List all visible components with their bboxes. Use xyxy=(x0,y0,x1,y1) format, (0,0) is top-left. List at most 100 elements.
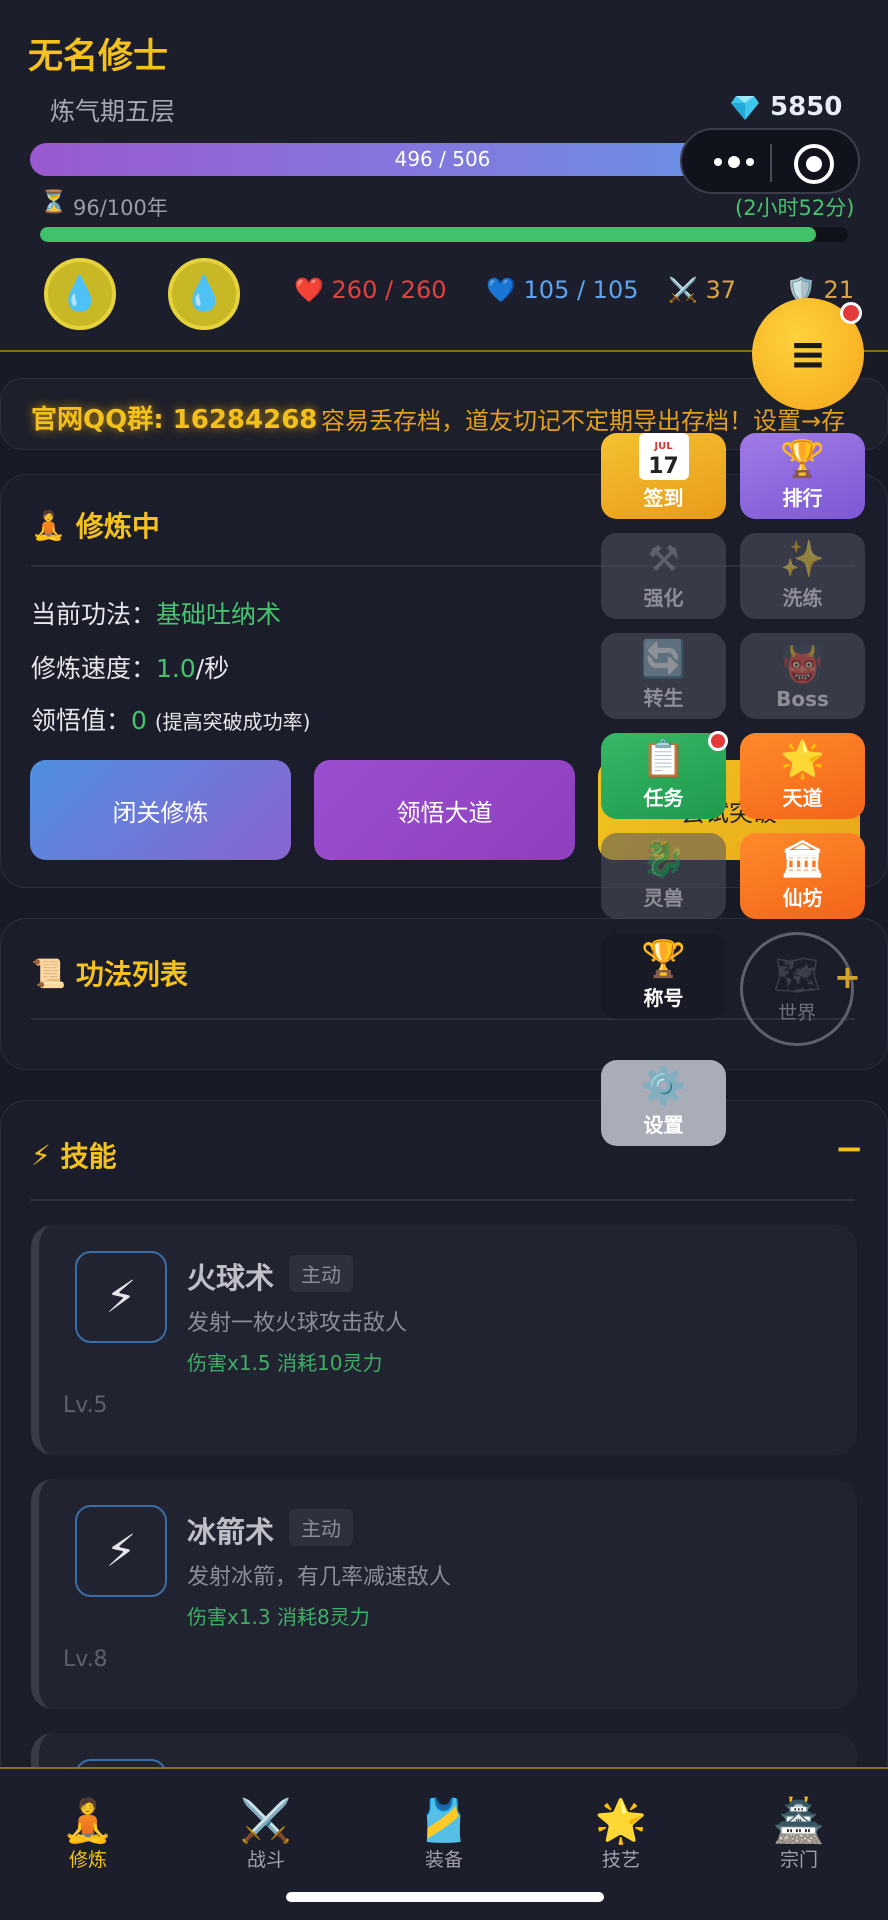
skill-name: 火球术 xyxy=(187,1261,275,1295)
swords-icon: ⚔️ xyxy=(668,276,698,304)
trophy-icon: 🏆 xyxy=(641,939,686,980)
enlighten-button[interactable]: 领悟大道 xyxy=(314,760,575,860)
method-row: 当前功法：基础吐纳术 xyxy=(31,595,281,631)
skill-tag: 主动 xyxy=(289,1255,353,1292)
star-icon: 🌟 xyxy=(780,739,825,780)
skills-card: ⚡ 技能 − ⚡ 火球术 主动 发射一枚火球攻击敌人 伤害x1.5 消耗10灵力… xyxy=(0,1100,888,1853)
hp-value: 260 / 260 xyxy=(331,276,447,304)
lightning-icon: ⚡ xyxy=(31,1138,51,1172)
diamond-icon xyxy=(731,96,759,120)
meditation-icon: 🧘 xyxy=(61,1796,115,1845)
settings-button[interactable]: ⚙️ 设置 xyxy=(601,1060,726,1146)
checkin-label: 签到 xyxy=(643,486,684,510)
close-miniprogram-button[interactable] xyxy=(794,144,834,184)
add-button[interactable]: + xyxy=(834,958,861,996)
blood-drop-icon: 💧 xyxy=(58,274,102,314)
qq-group-text[interactable]: 官网QQ群: 16284268 xyxy=(31,399,317,436)
boss-button[interactable]: 👹 Boss xyxy=(740,633,865,719)
blue-heart-icon: 💙 xyxy=(486,276,516,304)
tab-label: 战斗 xyxy=(246,1849,285,1871)
speed-unit: /秒 xyxy=(195,654,230,683)
building-icon: 🏛 xyxy=(779,839,826,880)
skill-level: Lv.8 xyxy=(63,1647,108,1672)
skill-desc: 发射一枚火球攻击敌人 xyxy=(187,1311,408,1336)
rebirth-button[interactable]: 🔄 转生 xyxy=(601,633,726,719)
shop-label: 仙坊 xyxy=(782,886,823,910)
title-button[interactable]: 🏆 称号 xyxy=(601,933,726,1019)
tab-skills[interactable]: 🌟 技艺 xyxy=(566,1797,676,1872)
speed-value: 1.0 xyxy=(156,654,196,683)
mp-potion-button[interactable]: 💧 xyxy=(168,258,240,330)
tab-label: 装备 xyxy=(424,1849,463,1871)
water-drop-icon: 💧 xyxy=(182,274,226,314)
skill-tag: 主动 xyxy=(289,1509,353,1546)
enhance-label: 强化 xyxy=(643,586,684,610)
tab-cultivate[interactable]: 🧘 修炼 xyxy=(33,1797,143,1872)
reforge-button[interactable]: ✨ 洗练 xyxy=(740,533,865,619)
mp-stat: 💙 105 / 105 xyxy=(486,276,639,304)
speed-label: 修炼速度： xyxy=(31,654,157,683)
skills-title: ⚡ 技能 xyxy=(31,1135,117,1175)
settings-label: 设置 xyxy=(643,1113,684,1137)
insight-value: 0 xyxy=(131,706,147,735)
dao-button[interactable]: 🌟 天道 xyxy=(740,733,865,819)
notice-text: 容易丢存档，道友切记不定期导出存档！设置→存 xyxy=(321,407,846,435)
shop-button[interactable]: 🏛 仙坊 xyxy=(740,833,865,919)
dao-label: 天道 xyxy=(782,786,823,810)
player-name: 无名修士 xyxy=(28,37,169,77)
calendar-icon: JUL 17 xyxy=(638,433,689,480)
attack-stat: ⚔️ 37 xyxy=(668,276,736,304)
hp-stat: ❤️ 260 / 260 xyxy=(294,276,447,304)
hamburger-icon: ≡ xyxy=(789,328,827,380)
rank-button[interactable]: 🏆 排行 xyxy=(740,433,865,519)
clipboard-icon: 📋 xyxy=(641,739,686,780)
scroll-icon: 📜 xyxy=(31,956,66,990)
beast-button[interactable]: 🐉 灵兽 xyxy=(601,833,726,919)
skill-card-icearrow[interactable]: ⚡ 冰箭术 主动 发射冰箭，有几率减速敌人 伤害x1.3 消耗8灵力 Lv.8 xyxy=(31,1479,857,1709)
insight-label: 领悟值： xyxy=(31,706,132,735)
gem-count: 5850 xyxy=(770,92,843,122)
speed-row: 修炼速度：1.0/秒 xyxy=(31,649,229,685)
skill-card-fireball[interactable]: ⚡ 火球术 主动 发射一枚火球攻击敌人 伤害x1.5 消耗10灵力 Lv.5 xyxy=(31,1225,857,1455)
seclusion-button[interactable]: 闭关修炼 xyxy=(30,760,291,860)
hourglass-icon: ⏳ xyxy=(40,190,68,215)
map-icon: 🗺 xyxy=(772,953,822,997)
methods-title[interactable]: 📜 功法列表 xyxy=(31,953,188,993)
tab-label: 技艺 xyxy=(601,1849,640,1871)
tab-sect[interactable]: 🏯 宗门 xyxy=(744,1797,854,1872)
hp-potion-button[interactable]: 💧 xyxy=(44,258,116,330)
reforge-label: 洗练 xyxy=(782,586,823,610)
quest-button[interactable]: 📋 任务 xyxy=(601,731,728,819)
divider xyxy=(31,1018,855,1020)
cultivation-title: 🧘 修炼中 xyxy=(31,505,160,545)
collapse-button[interactable]: − xyxy=(835,1129,864,1169)
tab-equipment[interactable]: 🎽 装备 xyxy=(389,1797,499,1872)
defense-value: 21 xyxy=(823,276,855,304)
quest-label: 任务 xyxy=(643,786,684,810)
divider xyxy=(31,565,855,567)
checkin-button[interactable]: JUL 17 签到 xyxy=(601,433,726,519)
method-value: 基础吐纳术 xyxy=(156,600,282,629)
sparkles-icon: ✨ xyxy=(780,539,825,580)
lifespan-text: 96/100年 xyxy=(73,196,168,220)
tab-label: 修炼 xyxy=(68,1849,107,1871)
hammer-pick-icon: ⚒ xyxy=(647,539,680,580)
realm-label: 炼气期五层 xyxy=(50,97,176,126)
world-label: 世界 xyxy=(777,1002,816,1024)
enhance-button[interactable]: ⚒ 强化 xyxy=(601,533,726,619)
notification-dot xyxy=(840,302,862,324)
tab-battle[interactable]: ⚔️ 战斗 xyxy=(211,1797,321,1872)
menu-fab-button[interactable]: ≡ xyxy=(752,298,864,410)
calendar-day: 17 xyxy=(648,453,679,479)
lightning-icon: ⚡ xyxy=(75,1251,167,1343)
beast-label: 灵兽 xyxy=(643,886,684,910)
heart-icon: ❤️ xyxy=(294,276,324,304)
cultivation-title-text: 修炼中 xyxy=(75,510,160,543)
vest-icon: 🎽 xyxy=(417,1796,471,1845)
skill-stats: 伤害x1.5 消耗10灵力 xyxy=(187,1351,383,1375)
gear-icon: ⚙️ xyxy=(641,1066,686,1107)
divider xyxy=(31,1199,855,1201)
more-button[interactable] xyxy=(704,150,764,174)
insight-note: (提高突破成功率) xyxy=(154,710,311,734)
dragon-icon: 🐉 xyxy=(641,839,686,880)
